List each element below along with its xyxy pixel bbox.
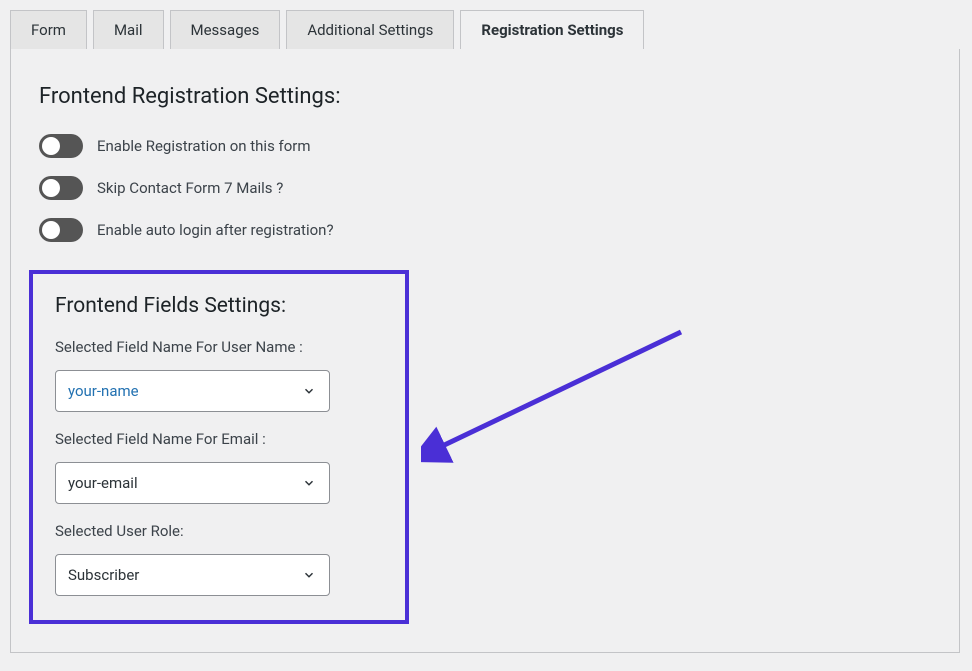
select-username-field[interactable]: your-name [55,370,330,412]
toggle-skip-mails[interactable] [39,176,83,200]
toggle-knob [42,179,60,197]
toggle-label-enable-registration: Enable Registration on this form [97,137,311,155]
select-role-field[interactable]: Subscriber [55,554,330,596]
panel-registration-settings: Frontend Registration Settings: Enable R… [10,49,960,653]
label-role-field: Selected User Role: [55,522,383,540]
chevron-down-icon [301,475,317,491]
tab-messages[interactable]: Messages [170,10,281,50]
toggle-enable-registration[interactable] [39,134,83,158]
tabs-bar: Form Mail Messages Additional Settings R… [10,10,960,50]
chevron-down-icon [301,567,317,583]
field-group-role: Selected User Role: Subscriber [55,522,383,596]
toggle-knob [42,137,60,155]
select-value-email: your-email [68,474,138,492]
toggle-knob [42,221,60,239]
toggle-row-enable-registration: Enable Registration on this form [39,134,931,158]
registration-settings-title: Frontend Registration Settings: [39,84,931,109]
tab-registration-settings[interactable]: Registration Settings [460,10,644,50]
annotation-arrow-icon [421,324,701,474]
field-group-email: Selected Field Name For Email : your-ema… [55,430,383,504]
fields-settings-title: Frontend Fields Settings: [55,294,383,318]
toggle-label-skip-mails: Skip Contact Form 7 Mails ? [97,179,283,197]
select-email-field[interactable]: your-email [55,462,330,504]
select-value-role: Subscriber [68,566,139,584]
fields-settings-box: Frontend Fields Settings: Selected Field… [29,270,409,624]
tab-form[interactable]: Form [10,10,87,50]
toggle-auto-login[interactable] [39,218,83,242]
toggle-row-auto-login: Enable auto login after registration? [39,218,931,242]
tab-mail[interactable]: Mail [93,10,164,50]
toggle-row-skip-mails: Skip Contact Form 7 Mails ? [39,176,931,200]
label-email-field: Selected Field Name For Email : [55,430,383,448]
select-value-username: your-name [68,382,139,400]
toggle-label-auto-login: Enable auto login after registration? [97,221,334,239]
label-username-field: Selected Field Name For User Name : [55,338,383,356]
field-group-username: Selected Field Name For User Name : your… [55,338,383,412]
tab-additional-settings[interactable]: Additional Settings [286,10,454,50]
chevron-down-icon [301,383,317,399]
